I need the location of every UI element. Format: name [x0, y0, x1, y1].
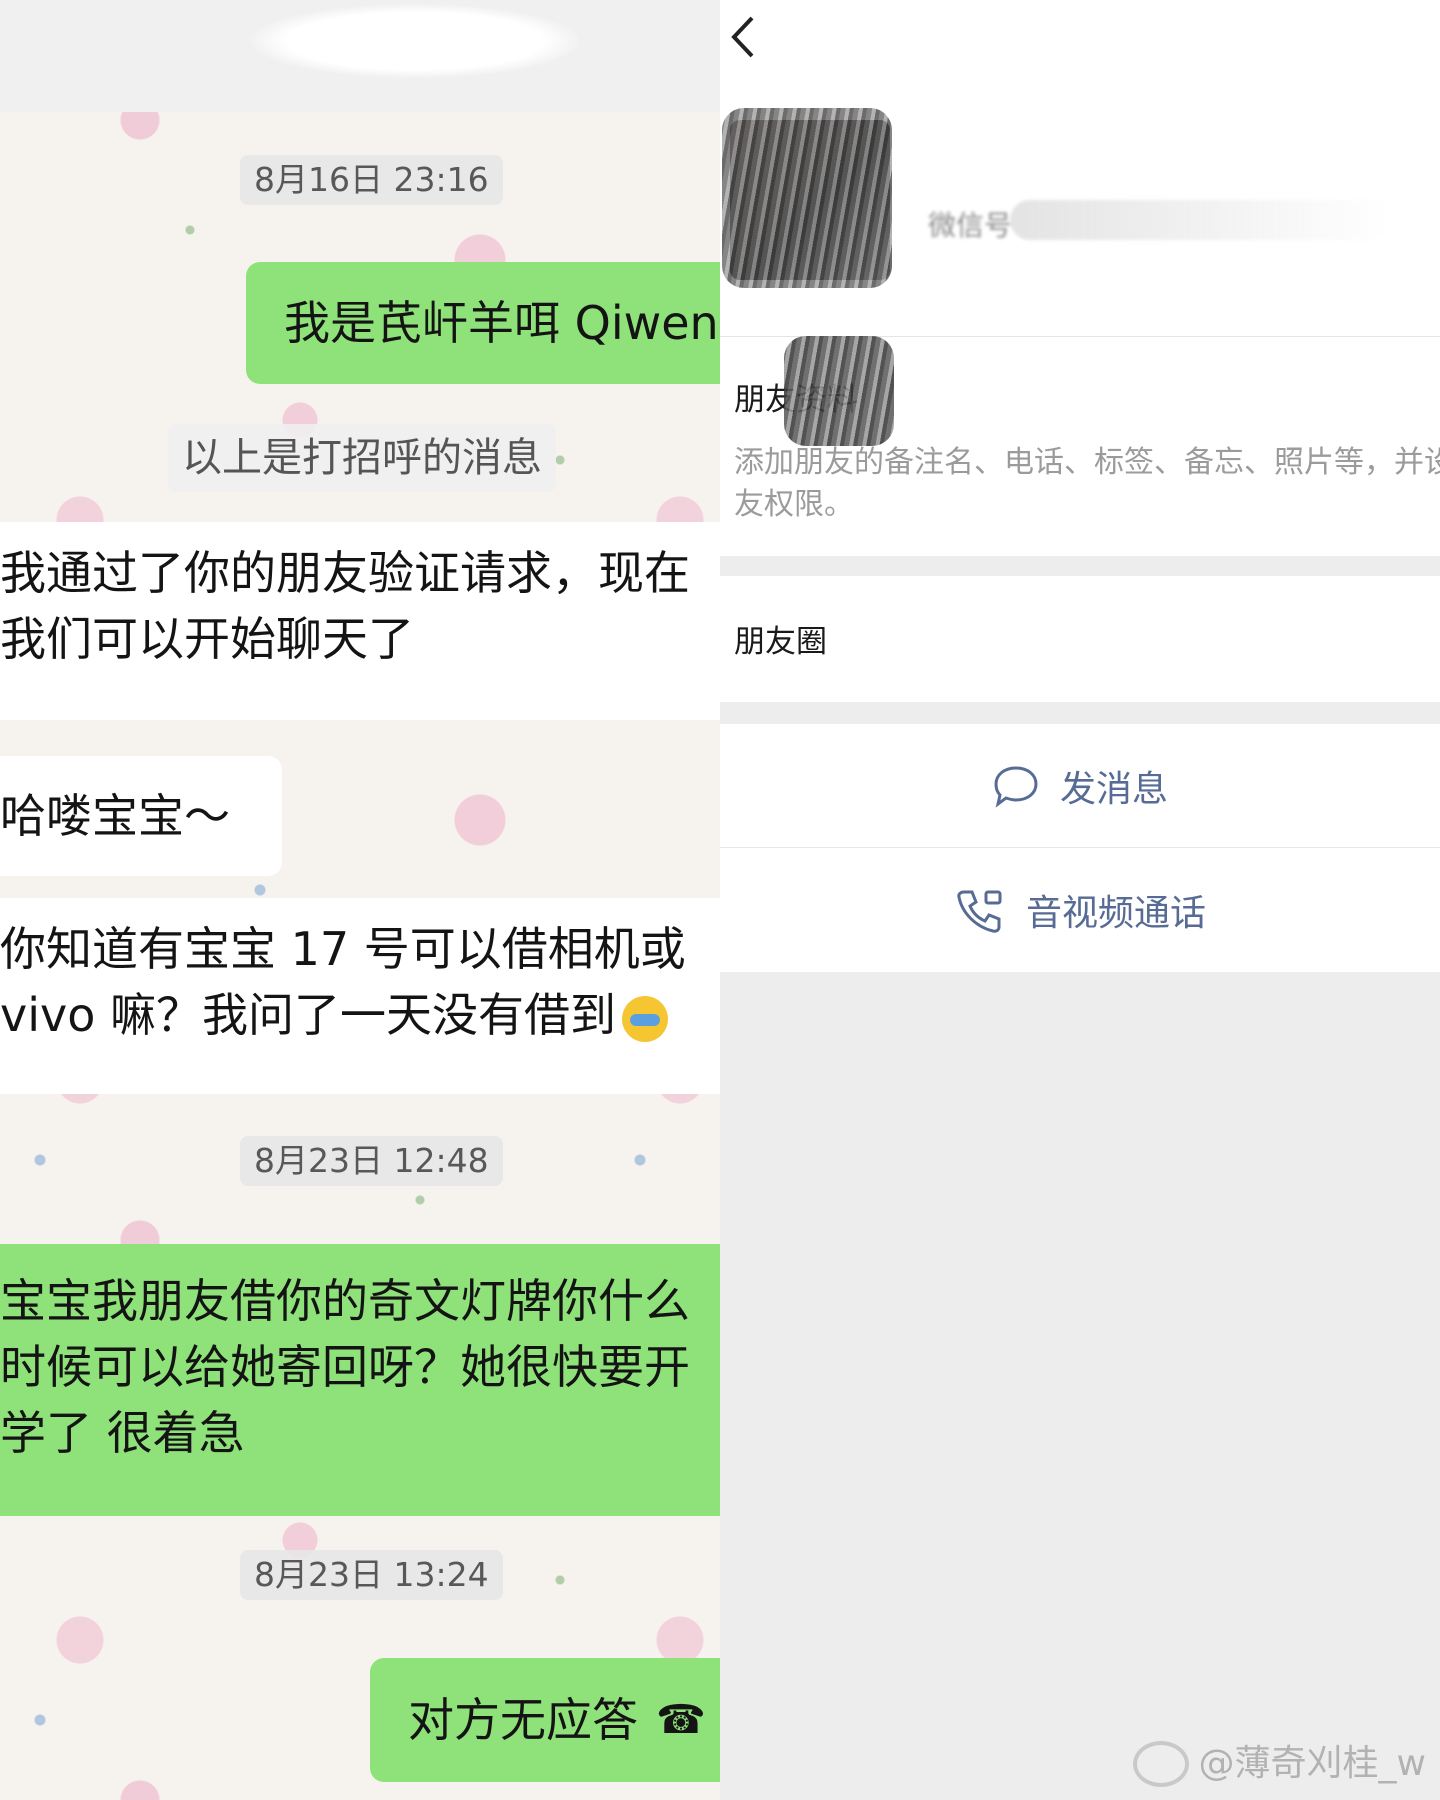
moments-label[interactable]: 朋友圈 — [734, 620, 827, 664]
send-message-label: 发消息 — [1059, 769, 1168, 810]
message-line: 宝宝我朋友借你的奇文灯牌你什么 — [0, 1274, 690, 1328]
chat-header — [0, 0, 730, 112]
greeting-note: 以上是打招呼的消息 — [168, 424, 556, 492]
message-line: vivo 嘛？我问了一天没有借到 — [0, 982, 730, 1048]
message-bubble[interactable]: 宝宝我朋友借你的奇文灯牌你什么 时候可以给她寄回呀？她很快要开 学了 很着急 — [0, 1244, 730, 1516]
redaction-scribble — [722, 108, 892, 288]
message-bubble[interactable]: 你知道有宝宝 17 号可以借相机或 vivo 嘛？我问了一天没有借到 — [0, 898, 730, 1094]
crying-emoji-icon — [622, 995, 668, 1042]
friend-info-hint: 添加朋友的备注名、电话、标签、备忘、照片等，并设置朋 — [734, 445, 1440, 480]
timestamp: 8月16日 23:16 — [240, 155, 503, 205]
weibo-logo-icon — [1132, 1741, 1189, 1787]
call-status: 对方无应答 — [408, 1693, 638, 1747]
greeting-bubble[interactable]: 我是芪屽羊咡 Qiwen — [246, 262, 730, 384]
send-message-button[interactable]: 发消息 — [720, 724, 1440, 848]
wechat-id-label: 微信号 — [928, 209, 1013, 242]
back-button[interactable] — [725, 14, 761, 62]
av-call-label: 音视频通话 — [1025, 893, 1206, 934]
redacted-wechat-id — [1010, 200, 1390, 240]
chat-bubble-icon — [994, 766, 1038, 808]
message-line: 你知道有宝宝 17 号可以借相机或 — [0, 922, 686, 976]
watermark: @薄奇刈桂_w — [1132, 1740, 1426, 1788]
call-record-bubble[interactable]: 对方无应答 ☎ — [370, 1658, 730, 1782]
system-message-line: 我们可以开始聊天了 — [0, 612, 414, 666]
redacted-title — [250, 4, 580, 78]
video-call-icon — [957, 890, 1002, 933]
message-line: 时候可以给她寄回呀？她很快要开 — [0, 1340, 690, 1394]
av-call-button[interactable]: 音视频通话 — [720, 848, 1440, 972]
redaction-scribble — [784, 336, 894, 446]
system-message-line: 我通过了你的朋友验证请求，现在 — [0, 546, 690, 600]
timestamp: 8月23日 13:24 — [240, 1550, 503, 1600]
watermark-text: @薄奇刈桂_w — [1198, 1743, 1426, 1784]
system-message: 我通过了你的朋友验证请求，现在 我们可以开始聊天了 — [0, 522, 730, 720]
message-line: 学了 很着急 — [0, 1406, 245, 1460]
phone-icon: ☎ — [656, 1697, 706, 1743]
friend-info-hint: 友权限。 — [734, 487, 854, 522]
chat-pane: 8月16日 23:16 我是芪屽羊咡 Qiwen 以上是打招呼的消息 我通过了你… — [0, 0, 730, 1800]
chevron-left-icon — [731, 16, 754, 58]
timestamp: 8月23日 12:48 — [240, 1136, 503, 1186]
message-bubble[interactable]: 哈喽宝宝～ — [0, 756, 282, 876]
moments-panel[interactable] — [720, 576, 1440, 702]
